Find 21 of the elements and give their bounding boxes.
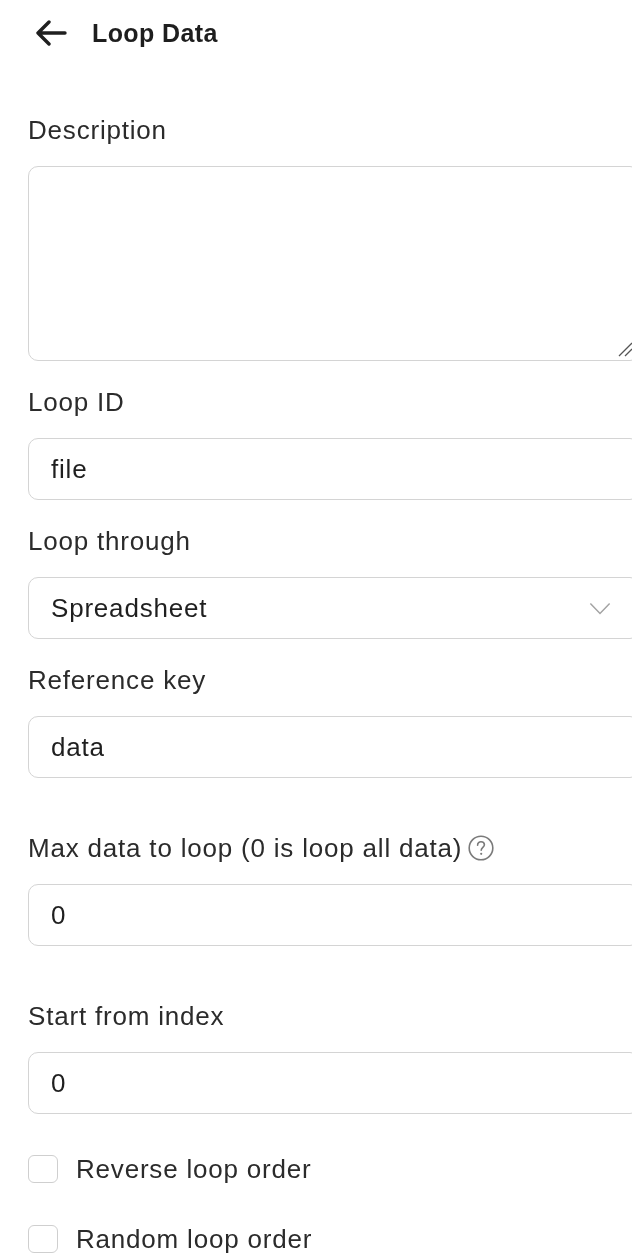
field-label: Loop ID [28, 387, 125, 417]
checkbox-label: Random loop order [76, 1224, 313, 1254]
field-label: Loop through [28, 526, 191, 556]
checkbox-label: Reverse loop order [76, 1154, 312, 1184]
chevron-down-icon [589, 601, 611, 615]
text-input[interactable]: 0 [28, 1052, 632, 1114]
text-input[interactable]: data [28, 716, 632, 778]
checkbox[interactable] [28, 1155, 58, 1183]
field-label: Description [28, 115, 167, 145]
checkbox[interactable] [28, 1225, 58, 1253]
help-icon[interactable] [468, 835, 495, 861]
text-input[interactable]: file [28, 438, 632, 500]
page-title: Loop Data [92, 18, 218, 48]
back-arrow-icon[interactable] [35, 20, 67, 46]
field-label: Start from index [28, 1001, 225, 1031]
textarea-field[interactable] [28, 166, 632, 361]
field-label: Max data to loop (0 is loop all data) [28, 833, 463, 863]
select-dropdown[interactable]: Spreadsheet [28, 577, 632, 639]
field-label: Reference key [28, 665, 207, 695]
text-input[interactable]: 0 [28, 884, 632, 946]
resize-grip-icon[interactable] [617, 341, 632, 357]
